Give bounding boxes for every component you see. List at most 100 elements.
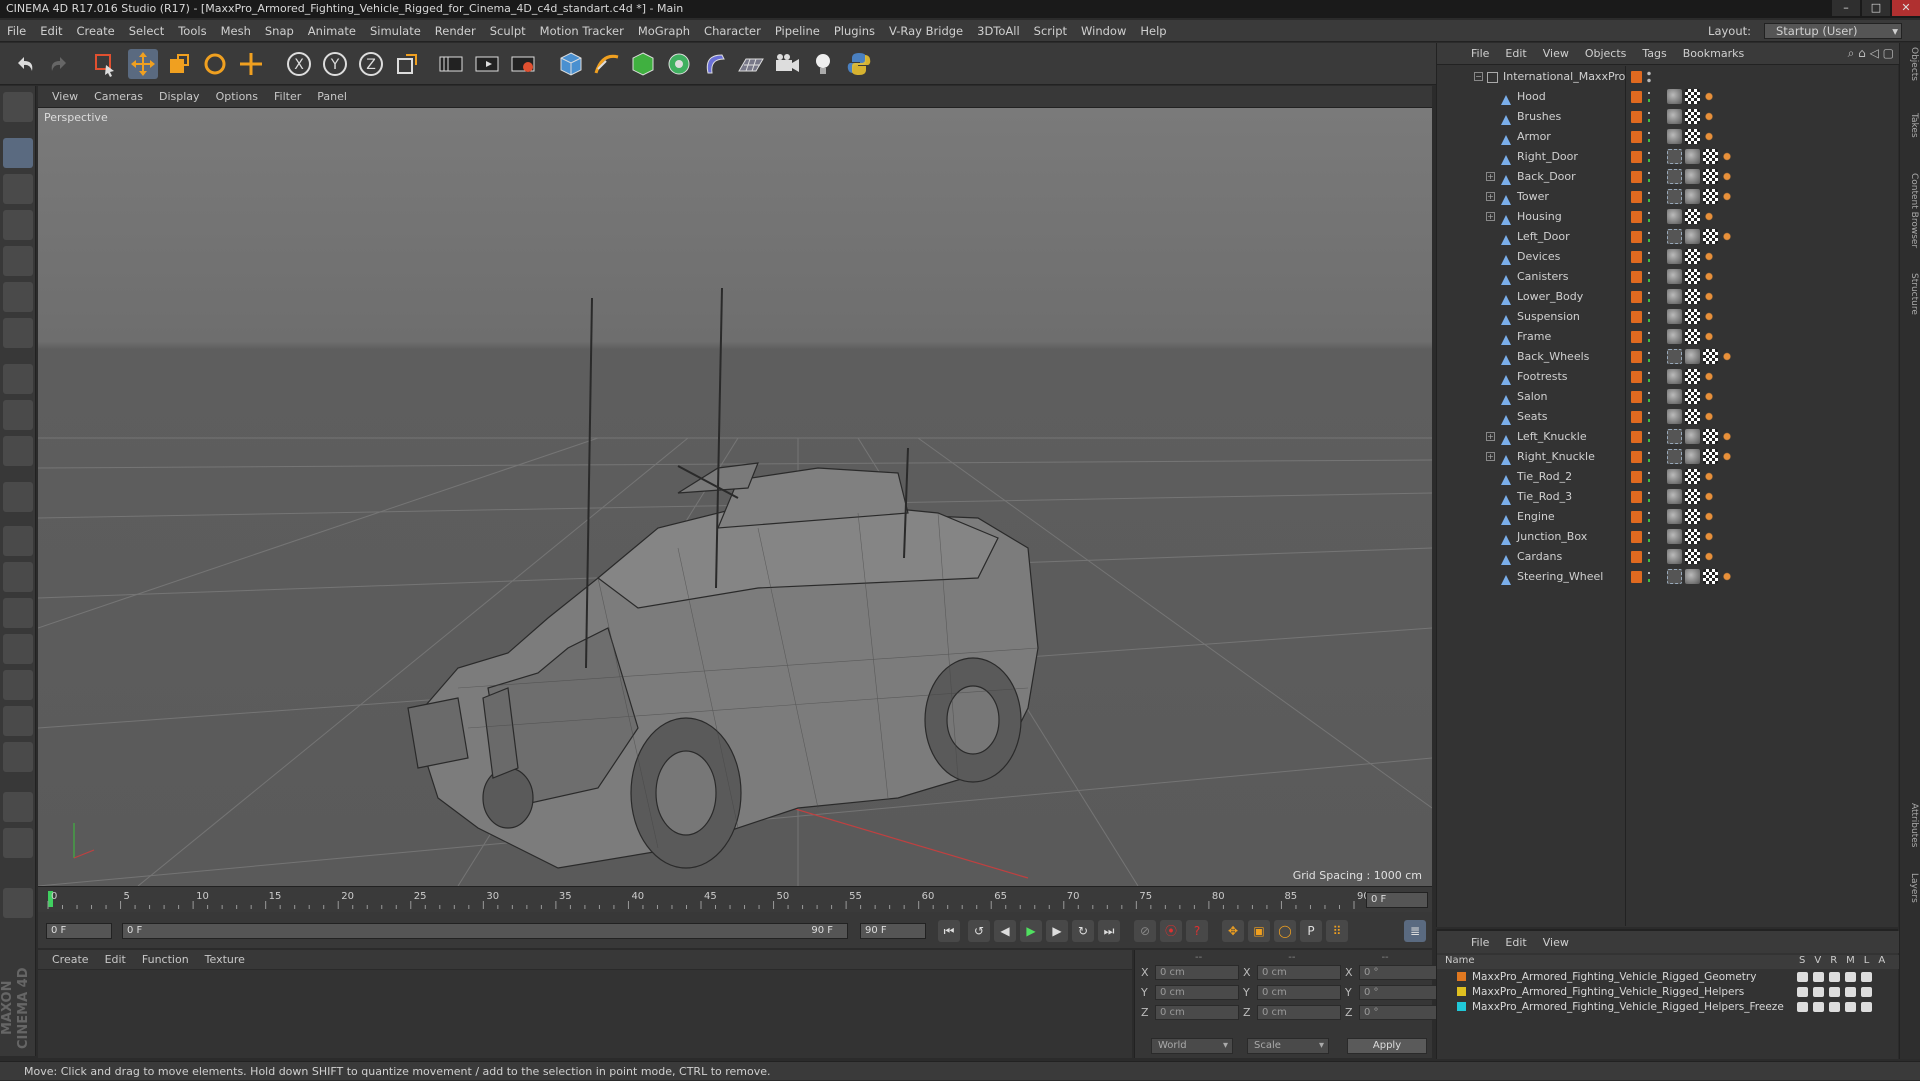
texture-tag-icon[interactable] (1685, 309, 1700, 324)
light-icon[interactable] (808, 49, 838, 79)
texture-mode-icon[interactable] (3, 174, 33, 204)
selection-tag-icon[interactable] (1667, 429, 1682, 444)
side-tab-structure[interactable]: Structure (1902, 273, 1919, 315)
texture-tag-icon[interactable] (1703, 229, 1718, 244)
coordinate-field[interactable]: 0 ° (1359, 1004, 1443, 1020)
render-view-icon[interactable] (436, 49, 466, 79)
coordinate-scale-select[interactable]: Scale ▾ (1247, 1038, 1329, 1054)
point-tag-icon[interactable] (1721, 569, 1733, 584)
minimize-button[interactable]: – (1832, 0, 1860, 16)
material-manager-area[interactable] (38, 970, 1132, 1058)
material-tag-icon[interactable] (1667, 249, 1682, 264)
coordinate-field[interactable]: 0 cm (1257, 1004, 1341, 1020)
material-tag-icon[interactable] (1667, 509, 1682, 524)
visibility-dots[interactable] (1647, 310, 1651, 324)
layer-menu-edit[interactable]: Edit (1497, 936, 1534, 949)
texture-tag-icon[interactable] (1685, 549, 1700, 564)
relax-icon[interactable] (3, 634, 33, 664)
selection-tag-icon[interactable] (1667, 229, 1682, 244)
layer-visible-icon[interactable] (1813, 987, 1824, 997)
object-row[interactable]: + Left_Knuckle (1437, 427, 1899, 447)
apply-button[interactable]: Apply (1347, 1038, 1427, 1054)
start-frame-field[interactable]: 0 F (46, 923, 112, 939)
layer-row[interactable]: MaxxPro_Armored_Fighting_Vehicle_Rigged_… (1457, 971, 1872, 985)
object-row[interactable]: Suspension (1437, 307, 1899, 327)
selection-tag-icon[interactable] (1667, 449, 1682, 464)
object-row[interactable]: + Housing (1437, 207, 1899, 227)
material-tag-icon[interactable] (1685, 149, 1700, 164)
layer-color-swatch[interactable] (1457, 1002, 1466, 1011)
move-tool-icon[interactable] (128, 49, 158, 79)
preview-range-slider[interactable]: 0 F 90 F (122, 923, 848, 939)
object-row[interactable]: Left_Door (1437, 227, 1899, 247)
menu-help[interactable]: Help (1133, 24, 1173, 38)
menu-create[interactable]: Create (70, 24, 122, 38)
point-tag-icon[interactable] (1703, 129, 1715, 144)
camera-icon[interactable] (772, 49, 802, 79)
point-tag-icon[interactable] (1703, 289, 1715, 304)
material-menu-function[interactable]: Function (134, 953, 197, 966)
menu-snap[interactable]: Snap (258, 24, 301, 38)
visibility-dots[interactable] (1647, 570, 1651, 584)
deformer-icon[interactable] (700, 49, 730, 79)
menu-animate[interactable]: Animate (301, 24, 363, 38)
material-tag-icon[interactable] (1667, 269, 1682, 284)
timeline-ruler[interactable]: 0 5 10 15 20 25 30 35 40 45 50 55 60 65 70 75 80 85 90 0 F (38, 886, 1432, 912)
expand-icon[interactable]: + (1486, 432, 1495, 441)
texture-tag-icon[interactable] (1685, 489, 1700, 504)
material-tag-icon[interactable] (1667, 329, 1682, 344)
material-tag-icon[interactable] (1685, 349, 1700, 364)
points-mode-icon[interactable] (3, 246, 33, 276)
object-row[interactable]: Canisters (1437, 267, 1899, 287)
workplane-lock-icon[interactable] (3, 828, 33, 858)
object-row[interactable]: Devices (1437, 247, 1899, 267)
point-tag-icon[interactable] (1703, 529, 1715, 544)
layer-manager-icon[interactable] (1845, 1002, 1856, 1012)
menu-select[interactable]: Select (122, 24, 171, 38)
visibility-dots[interactable] (1647, 230, 1651, 244)
texture-tag-icon[interactable] (1685, 469, 1700, 484)
point-tag-icon[interactable] (1703, 89, 1715, 104)
selection-tag-icon[interactable] (1667, 349, 1682, 364)
z-axis-lock-icon[interactable]: Z (356, 49, 386, 79)
go-to-end-icon[interactable]: ⏭ (1098, 920, 1120, 942)
coordinate-field[interactable]: 0 cm (1155, 984, 1239, 1000)
collapse-icon[interactable]: − (1474, 72, 1483, 81)
layer-solo-icon[interactable] (1797, 972, 1808, 982)
autokeying-icon[interactable]: ⦿ (1160, 920, 1182, 942)
texture-tag-icon[interactable] (1685, 409, 1700, 424)
texture-tag-icon[interactable] (1685, 109, 1700, 124)
visibility-dots[interactable] (1647, 390, 1651, 404)
snap-icon[interactable] (3, 436, 33, 466)
texture-tag-icon[interactable] (1703, 149, 1718, 164)
material-tag-icon[interactable] (1667, 309, 1682, 324)
layer-row[interactable]: MaxxPro_Armored_Fighting_Vehicle_Rigged_… (1457, 1001, 1872, 1015)
visibility-dots[interactable] (1647, 150, 1651, 164)
visibility-dots[interactable] (1647, 450, 1651, 464)
side-tab-content-browser[interactable]: Content Browser (1902, 173, 1919, 248)
menu-3dtoall[interactable]: 3DToAll (970, 24, 1027, 38)
menu-mesh[interactable]: Mesh (214, 24, 258, 38)
cloner-icon[interactable] (664, 49, 694, 79)
texture-tag-icon[interactable] (1703, 569, 1718, 584)
cube-primitive-icon[interactable] (556, 49, 586, 79)
texture-tag-icon[interactable] (1685, 249, 1700, 264)
texture-tag-icon[interactable] (1703, 169, 1718, 184)
material-tag-icon[interactable] (1667, 289, 1682, 304)
point-tag-icon[interactable] (1703, 469, 1715, 484)
layer-locked-icon[interactable] (1861, 972, 1872, 982)
menu-tools[interactable]: Tools (171, 24, 213, 38)
visibility-dots[interactable] (1647, 70, 1651, 84)
layer-menu-file[interactable]: File (1463, 936, 1497, 949)
texture-tag-icon[interactable] (1685, 289, 1700, 304)
side-tab-takes[interactable]: Takes (1902, 113, 1919, 138)
object-row[interactable]: Salon (1437, 387, 1899, 407)
layer-solo-icon[interactable] (1797, 987, 1808, 997)
redo-button[interactable] (44, 49, 74, 79)
point-tag-icon[interactable] (1721, 169, 1733, 184)
material-tag-icon[interactable] (1667, 489, 1682, 504)
visibility-dots[interactable] (1647, 110, 1651, 124)
spline-pen-icon[interactable] (592, 49, 622, 79)
material-tag-icon[interactable] (1685, 229, 1700, 244)
visibility-dots[interactable] (1647, 190, 1651, 204)
